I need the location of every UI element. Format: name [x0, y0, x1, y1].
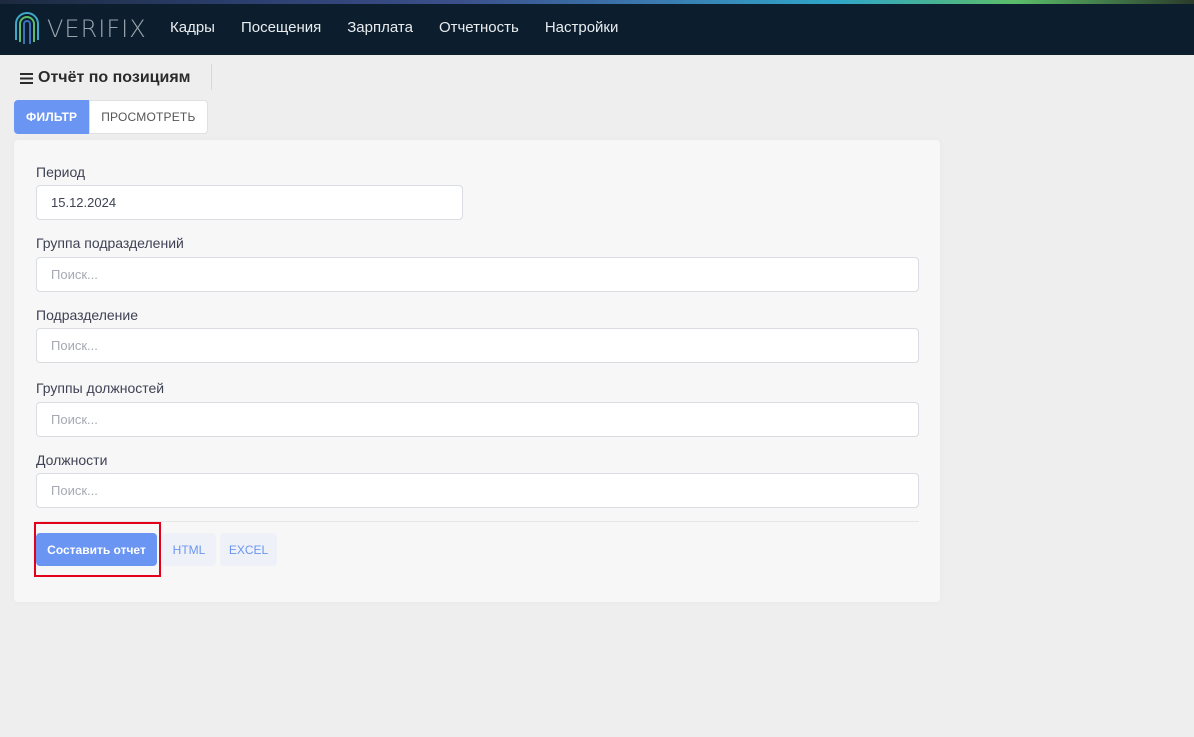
position-groups-search-input[interactable]	[36, 402, 919, 437]
card-divider	[36, 521, 919, 522]
page-title: Отчёт по позициям	[38, 69, 191, 86]
nav-item-attendance[interactable]: Посещения	[228, 19, 334, 36]
filter-card: Период Группа подразделений Подразделени…	[14, 140, 940, 602]
nav-item-payroll[interactable]: Зарплата	[334, 19, 426, 36]
positions-label: Должности	[36, 452, 108, 468]
positions-search-input[interactable]	[36, 473, 919, 508]
export-excel-button[interactable]: EXCEL	[220, 533, 277, 566]
build-report-button[interactable]: Составить отчет	[36, 533, 157, 566]
division-group-label: Группа подразделений	[36, 235, 184, 251]
hamburger-menu-icon[interactable]	[20, 72, 34, 84]
division-search-input[interactable]	[36, 328, 919, 363]
nav-item-reports[interactable]: Отчетность	[426, 19, 532, 36]
tab-view[interactable]: ПРОСМОТРЕТЬ	[89, 100, 208, 134]
fingerprint-icon	[15, 12, 39, 44]
top-navbar: VERIFIX Кадры Посещения Зарплата Отчетно…	[0, 0, 1194, 55]
nav-item-hr[interactable]: Кадры	[157, 19, 228, 36]
export-html-button[interactable]: HTML	[162, 533, 216, 566]
page-heading: Отчёт по позициям	[20, 66, 191, 90]
nav-item-settings[interactable]: Настройки	[532, 19, 632, 36]
position-groups-label: Группы должностей	[36, 380, 165, 396]
brand-name: VERIFIX	[47, 15, 147, 43]
title-divider	[211, 64, 212, 90]
main-nav: Кадры Посещения Зарплата Отчетность Наст…	[157, 0, 631, 55]
view-tabs: ФИЛЬТР ПРОСМОТРЕТЬ	[14, 100, 208, 134]
division-group-search-input[interactable]	[36, 257, 919, 292]
tab-filter[interactable]: ФИЛЬТР	[14, 100, 90, 134]
division-label: Подразделение	[36, 307, 139, 323]
brand-logo[interactable]: VERIFIX	[13, 10, 147, 48]
period-label: Период	[36, 164, 86, 180]
period-input[interactable]	[36, 185, 463, 220]
